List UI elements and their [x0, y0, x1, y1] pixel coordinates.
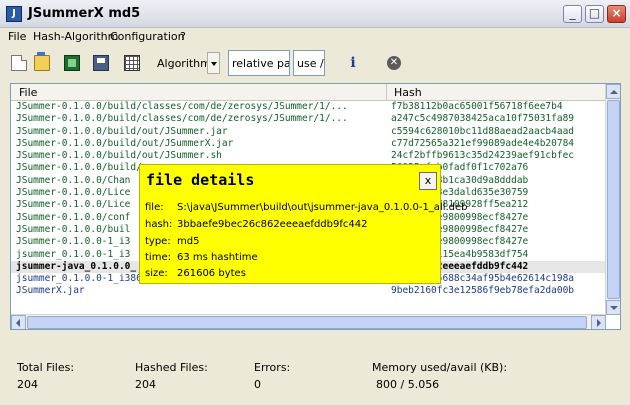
- close-window-button[interactable]: ×: [607, 5, 626, 23]
- table-row[interactable]: JSummer-0.1.0.0/build/classes/com/de/zer…: [11, 113, 606, 125]
- file-cell: JSummer-0.1.0.0/build/out/JSummerX.jar: [16, 137, 234, 149]
- file-cell: JSummer-0.1.0.0/build/classes/com/de/zer…: [16, 101, 348, 112]
- popup-close-button[interactable]: x: [419, 172, 437, 190]
- total-files-value: 204: [17, 378, 38, 391]
- detail-file-row: file: S:\java\JSummer\build\out\jsummer-j…: [145, 202, 468, 213]
- hash-cell: a247c5c4987038425aca10f75031fa89: [391, 113, 575, 125]
- table-row[interactable]: JSummer-0.1.0.0/build/out/JSummer.sh 24cf…: [11, 150, 606, 162]
- detail-size-row: size: 261606 bytes: [145, 268, 246, 279]
- table-row[interactable]: JSummer-0.1.0.0/build/out/JSummerX.jar c7…: [11, 138, 606, 150]
- hash-run-icon[interactable]: [64, 55, 80, 71]
- detail-value: 3bbaefe9bec26c862eeeaefddb9fc442: [177, 219, 368, 230]
- errors-label: Errors:: [254, 361, 291, 374]
- menu-help[interactable]: ?: [180, 30, 186, 43]
- vertical-scrollbar[interactable]: [605, 84, 620, 315]
- path-mode-field[interactable]: relative path: [228, 50, 290, 76]
- title-bar: J JSummerX md5 _ □ ×: [0, 0, 630, 28]
- errors-value: 0: [254, 378, 261, 391]
- maximize-button[interactable]: □: [585, 5, 604, 23]
- open-folder-icon[interactable]: [34, 52, 50, 71]
- detail-label: size:: [145, 268, 168, 279]
- detail-value: 261606 bytes: [177, 268, 246, 279]
- info-icon[interactable]: i: [348, 55, 358, 71]
- cancel-icon[interactable]: ✕: [387, 56, 401, 70]
- hash-column-header[interactable]: Hash: [394, 86, 422, 99]
- detail-hash-row: hash: 3bbaefe9bec26c862eeeaefddb9fc442: [145, 219, 367, 230]
- table-row[interactable]: JSummer-0.1.0.0/build/classes/com/de/zer…: [11, 101, 606, 113]
- hashed-files-value: 204: [135, 378, 156, 391]
- column-divider[interactable]: [386, 84, 387, 101]
- menu-bar: File Hash-Algorithm Configuration ?: [0, 28, 630, 46]
- hash-cell: c77d72565a321ef99089ade4e4b20784: [391, 137, 575, 149]
- memory-value: 800 / 5.056: [376, 378, 440, 391]
- hash-cell: 24cf2bffb9613c35d24239aef91cbfec: [391, 150, 575, 162]
- scroll-right-icon[interactable]: [591, 315, 606, 329]
- horizontal-scrollbar[interactable]: [11, 314, 606, 329]
- file-cell: JSummer-0.1.0.0/build/classes/com/de/zer…: [16, 113, 348, 125]
- hash-cell: c5594c628010bc11d88aead2aacb4aad: [391, 125, 575, 137]
- grid-view-icon[interactable]: [124, 55, 140, 71]
- scroll-up-icon[interactable]: [606, 84, 620, 99]
- scroll-left-icon[interactable]: [11, 315, 26, 329]
- detail-value: 63 ms hashtime: [177, 252, 258, 263]
- detail-label: time:: [145, 252, 171, 263]
- detail-label: hash:: [145, 219, 173, 230]
- file-cell: JSummerX.jar: [16, 285, 85, 297]
- table-header: File Hash: [11, 84, 606, 101]
- algorithm-label: Algorithm: [157, 57, 211, 70]
- detail-label: file:: [145, 202, 164, 213]
- app-icon: J: [6, 6, 22, 22]
- file-cell: JSummer-0.1.0.0/build/out/JSummer.sh: [16, 150, 222, 162]
- total-files-label: Total Files:: [17, 361, 75, 374]
- file-cell: JSummer-0.1.0.0/build/out/JSummer.jar: [16, 125, 228, 137]
- horizontal-scroll-thumb[interactable]: [27, 316, 587, 329]
- hash-cell: f7b38112b0ac65001f56718f6ee7b4: [391, 101, 563, 112]
- menu-file[interactable]: File: [8, 30, 26, 43]
- detail-label: type:: [145, 236, 171, 247]
- detail-time-row: time: 63 ms hashtime: [145, 252, 258, 263]
- file-column-header[interactable]: File: [19, 86, 37, 99]
- file-details-popup: file details x file: S:\java\JSummer\buil…: [139, 164, 468, 284]
- popup-title: file details: [146, 171, 255, 189]
- table-row[interactable]: JSummer-0.1.0.0/build/out/JSummer.jar c55…: [11, 126, 606, 138]
- detail-type-row: type: md5: [145, 236, 199, 247]
- table-row[interactable]: JSummerX.jar 9beb2160fc3e12586f9eb78efa2d…: [11, 285, 606, 297]
- detail-value: S:\java\JSummer\build\out\jsummer-java_0…: [177, 202, 468, 213]
- menu-configuration[interactable]: Configuration: [110, 30, 185, 43]
- menu-hash-algorithm[interactable]: Hash-Algorithm: [33, 30, 118, 43]
- vertical-scroll-thumb[interactable]: [607, 100, 620, 299]
- hashed-files-label: Hashed Files:: [135, 361, 208, 374]
- memory-label: Memory used/avail (KB):: [372, 361, 508, 374]
- window-title: JSummerX md5: [28, 6, 141, 21]
- algorithm-dropdown[interactable]: [207, 52, 220, 74]
- new-document-icon[interactable]: [11, 55, 27, 71]
- detail-value: md5: [177, 236, 200, 247]
- separator-field[interactable]: use /: [293, 50, 325, 76]
- hash-cell: 9beb2160fc3e12586f9eb78efa2da00b: [391, 285, 575, 297]
- status-bar: Total Files: 204 Hashed Files: 204 Error…: [0, 340, 630, 405]
- minimize-button[interactable]: _: [563, 5, 582, 23]
- scroll-down-icon[interactable]: [606, 300, 620, 315]
- save-disk-icon[interactable]: [93, 55, 109, 71]
